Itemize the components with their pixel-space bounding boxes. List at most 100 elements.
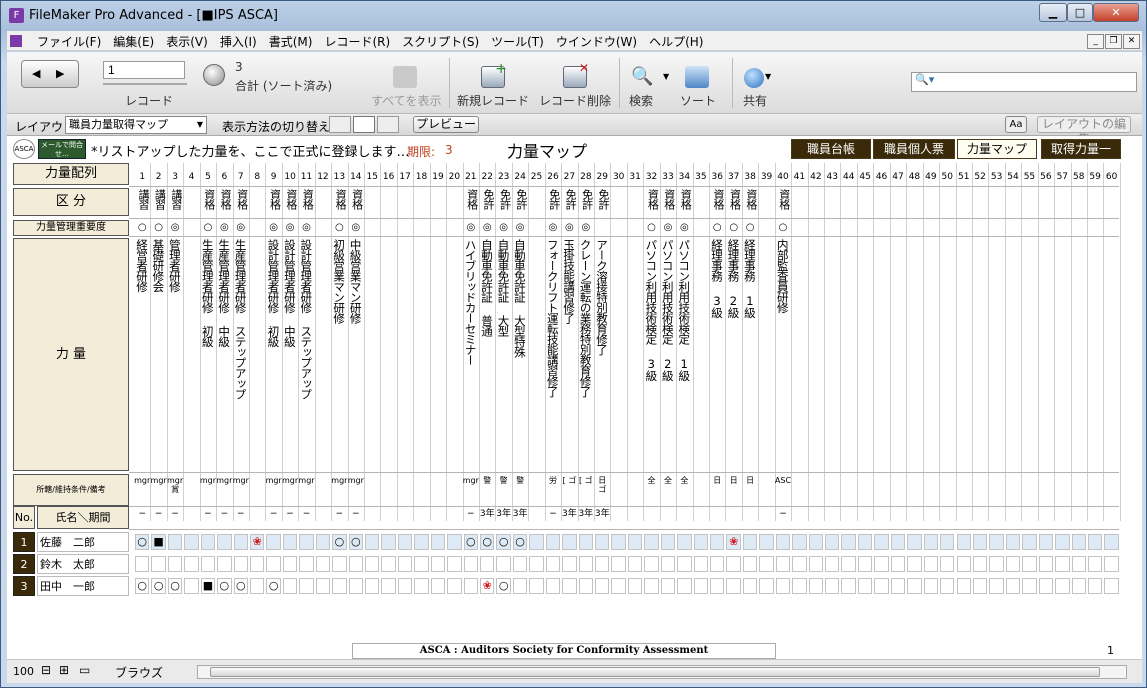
competence-cell[interactable] xyxy=(923,556,939,572)
competence-cell[interactable] xyxy=(250,556,265,572)
competence-cell[interactable]: ○ xyxy=(463,534,479,550)
competence-cell[interactable] xyxy=(972,556,988,572)
chevron-down-icon[interactable]: ▼ xyxy=(663,72,669,81)
competence-cell[interactable] xyxy=(1104,556,1119,572)
competence-cell[interactable] xyxy=(282,534,298,550)
list-view-button[interactable] xyxy=(353,116,375,133)
search-icon[interactable]: 🔍 xyxy=(631,66,653,87)
competence-cell[interactable] xyxy=(923,534,939,550)
record-slider[interactable] xyxy=(103,83,187,85)
competence-cell[interactable] xyxy=(857,578,873,594)
competence-cell[interactable] xyxy=(266,556,281,572)
competence-cell[interactable] xyxy=(397,556,413,572)
competence-cell[interactable] xyxy=(677,578,692,594)
competence-cell[interactable] xyxy=(627,578,643,594)
competence-cell[interactable] xyxy=(693,556,709,572)
competence-cell[interactable] xyxy=(299,534,314,550)
competence-cell[interactable] xyxy=(825,578,840,594)
competence-cell[interactable] xyxy=(217,534,232,550)
competence-cell[interactable] xyxy=(907,556,922,572)
competence-cell[interactable] xyxy=(562,578,577,594)
competence-cell[interactable] xyxy=(447,556,462,572)
find-button[interactable]: 検索 xyxy=(629,92,653,109)
competence-cell[interactable] xyxy=(627,534,643,550)
competence-cell[interactable] xyxy=(365,556,380,572)
competence-cell[interactable] xyxy=(693,534,709,550)
competence-cell[interactable] xyxy=(1071,534,1086,550)
mdi-close-button[interactable]: ✕ xyxy=(1123,34,1140,49)
competence-cell[interactable] xyxy=(841,534,856,550)
competence-cell[interactable] xyxy=(677,556,692,572)
competence-cell[interactable] xyxy=(562,556,577,572)
competence-cell[interactable] xyxy=(595,534,610,550)
competence-cell[interactable] xyxy=(365,578,380,594)
competence-cell[interactable] xyxy=(512,578,528,594)
competence-cell[interactable] xyxy=(644,534,659,550)
competence-cell[interactable]: ○ xyxy=(217,578,232,594)
competence-cell[interactable] xyxy=(759,578,774,594)
competence-cell[interactable] xyxy=(381,578,396,594)
competence-cell[interactable] xyxy=(660,578,676,594)
competence-cell[interactable] xyxy=(414,556,429,572)
competence-cell[interactable]: ○ xyxy=(512,534,528,550)
competence-cell[interactable] xyxy=(463,578,479,594)
competence-cell[interactable] xyxy=(233,534,248,550)
competence-cell[interactable] xyxy=(710,556,725,572)
competence-cell[interactable] xyxy=(890,534,906,550)
nav-button-2[interactable]: 力量マップ xyxy=(957,139,1037,159)
competence-cell[interactable] xyxy=(825,534,840,550)
menu-item-8[interactable]: ウインドウ(W) xyxy=(550,32,643,52)
new-record-icon[interactable]: + xyxy=(481,61,507,88)
staff-number[interactable]: 2 xyxy=(13,554,35,574)
competence-cell[interactable] xyxy=(611,534,626,550)
delete-record-icon[interactable]: ✕ xyxy=(563,61,589,88)
mail-inquiry-button[interactable]: メールで問合せ… xyxy=(38,139,86,159)
competence-cell[interactable] xyxy=(299,578,314,594)
competence-cell[interactable] xyxy=(578,534,594,550)
competence-cell[interactable] xyxy=(742,556,758,572)
competence-cell[interactable] xyxy=(1055,556,1070,572)
minimize-button[interactable]: ▁ xyxy=(1039,3,1067,22)
competence-cell[interactable] xyxy=(397,578,413,594)
competence-cell[interactable] xyxy=(874,534,889,550)
staff-name[interactable]: 田中 一郎 xyxy=(37,576,129,596)
nav-button-3[interactable]: 取得力量一覧 xyxy=(1041,139,1121,174)
competence-cell[interactable] xyxy=(1005,534,1021,550)
competence-cell[interactable] xyxy=(430,534,446,550)
maximize-button[interactable]: □ xyxy=(1067,3,1093,22)
competence-cell[interactable] xyxy=(1022,556,1037,572)
zoom-out-icon[interactable]: ⊟ xyxy=(41,663,51,677)
competence-cell[interactable]: ■ xyxy=(151,534,166,550)
competence-cell[interactable] xyxy=(315,556,331,572)
competence-cell[interactable] xyxy=(529,578,544,594)
competence-cell[interactable] xyxy=(1038,578,1054,594)
sort-icon[interactable] xyxy=(685,66,709,88)
competence-cell[interactable] xyxy=(1055,578,1070,594)
menu-item-7[interactable]: ツール(T) xyxy=(485,32,550,52)
staff-number[interactable]: 1 xyxy=(13,532,35,552)
competence-cell[interactable] xyxy=(184,578,199,594)
nav-button-0[interactable]: 職員台帳 xyxy=(791,139,871,159)
competence-cell[interactable]: ○ xyxy=(348,534,363,550)
competence-cell[interactable] xyxy=(595,556,610,572)
competence-cell[interactable] xyxy=(1038,534,1054,550)
competence-cell[interactable] xyxy=(545,556,561,572)
competence-cell[interactable] xyxy=(595,578,610,594)
competence-cell[interactable] xyxy=(726,556,741,572)
competence-cell[interactable]: ❀ xyxy=(726,534,741,550)
competence-cell[interactable] xyxy=(742,534,758,550)
competence-cell[interactable] xyxy=(1005,578,1021,594)
competence-cell[interactable] xyxy=(775,534,791,550)
zoom-in-icon[interactable]: ⊞ xyxy=(59,663,69,677)
competence-cell[interactable] xyxy=(989,534,1004,550)
competence-cell[interactable] xyxy=(348,556,363,572)
formatting-bar-button[interactable]: Aa xyxy=(1005,116,1027,133)
competence-cell[interactable] xyxy=(315,534,331,550)
competence-cell[interactable] xyxy=(808,556,824,572)
competence-cell[interactable] xyxy=(792,578,807,594)
competence-cell[interactable] xyxy=(184,556,199,572)
competence-cell[interactable] xyxy=(644,556,659,572)
competence-cell[interactable] xyxy=(282,578,298,594)
competence-cell[interactable] xyxy=(430,578,446,594)
competence-cell[interactable] xyxy=(890,578,906,594)
